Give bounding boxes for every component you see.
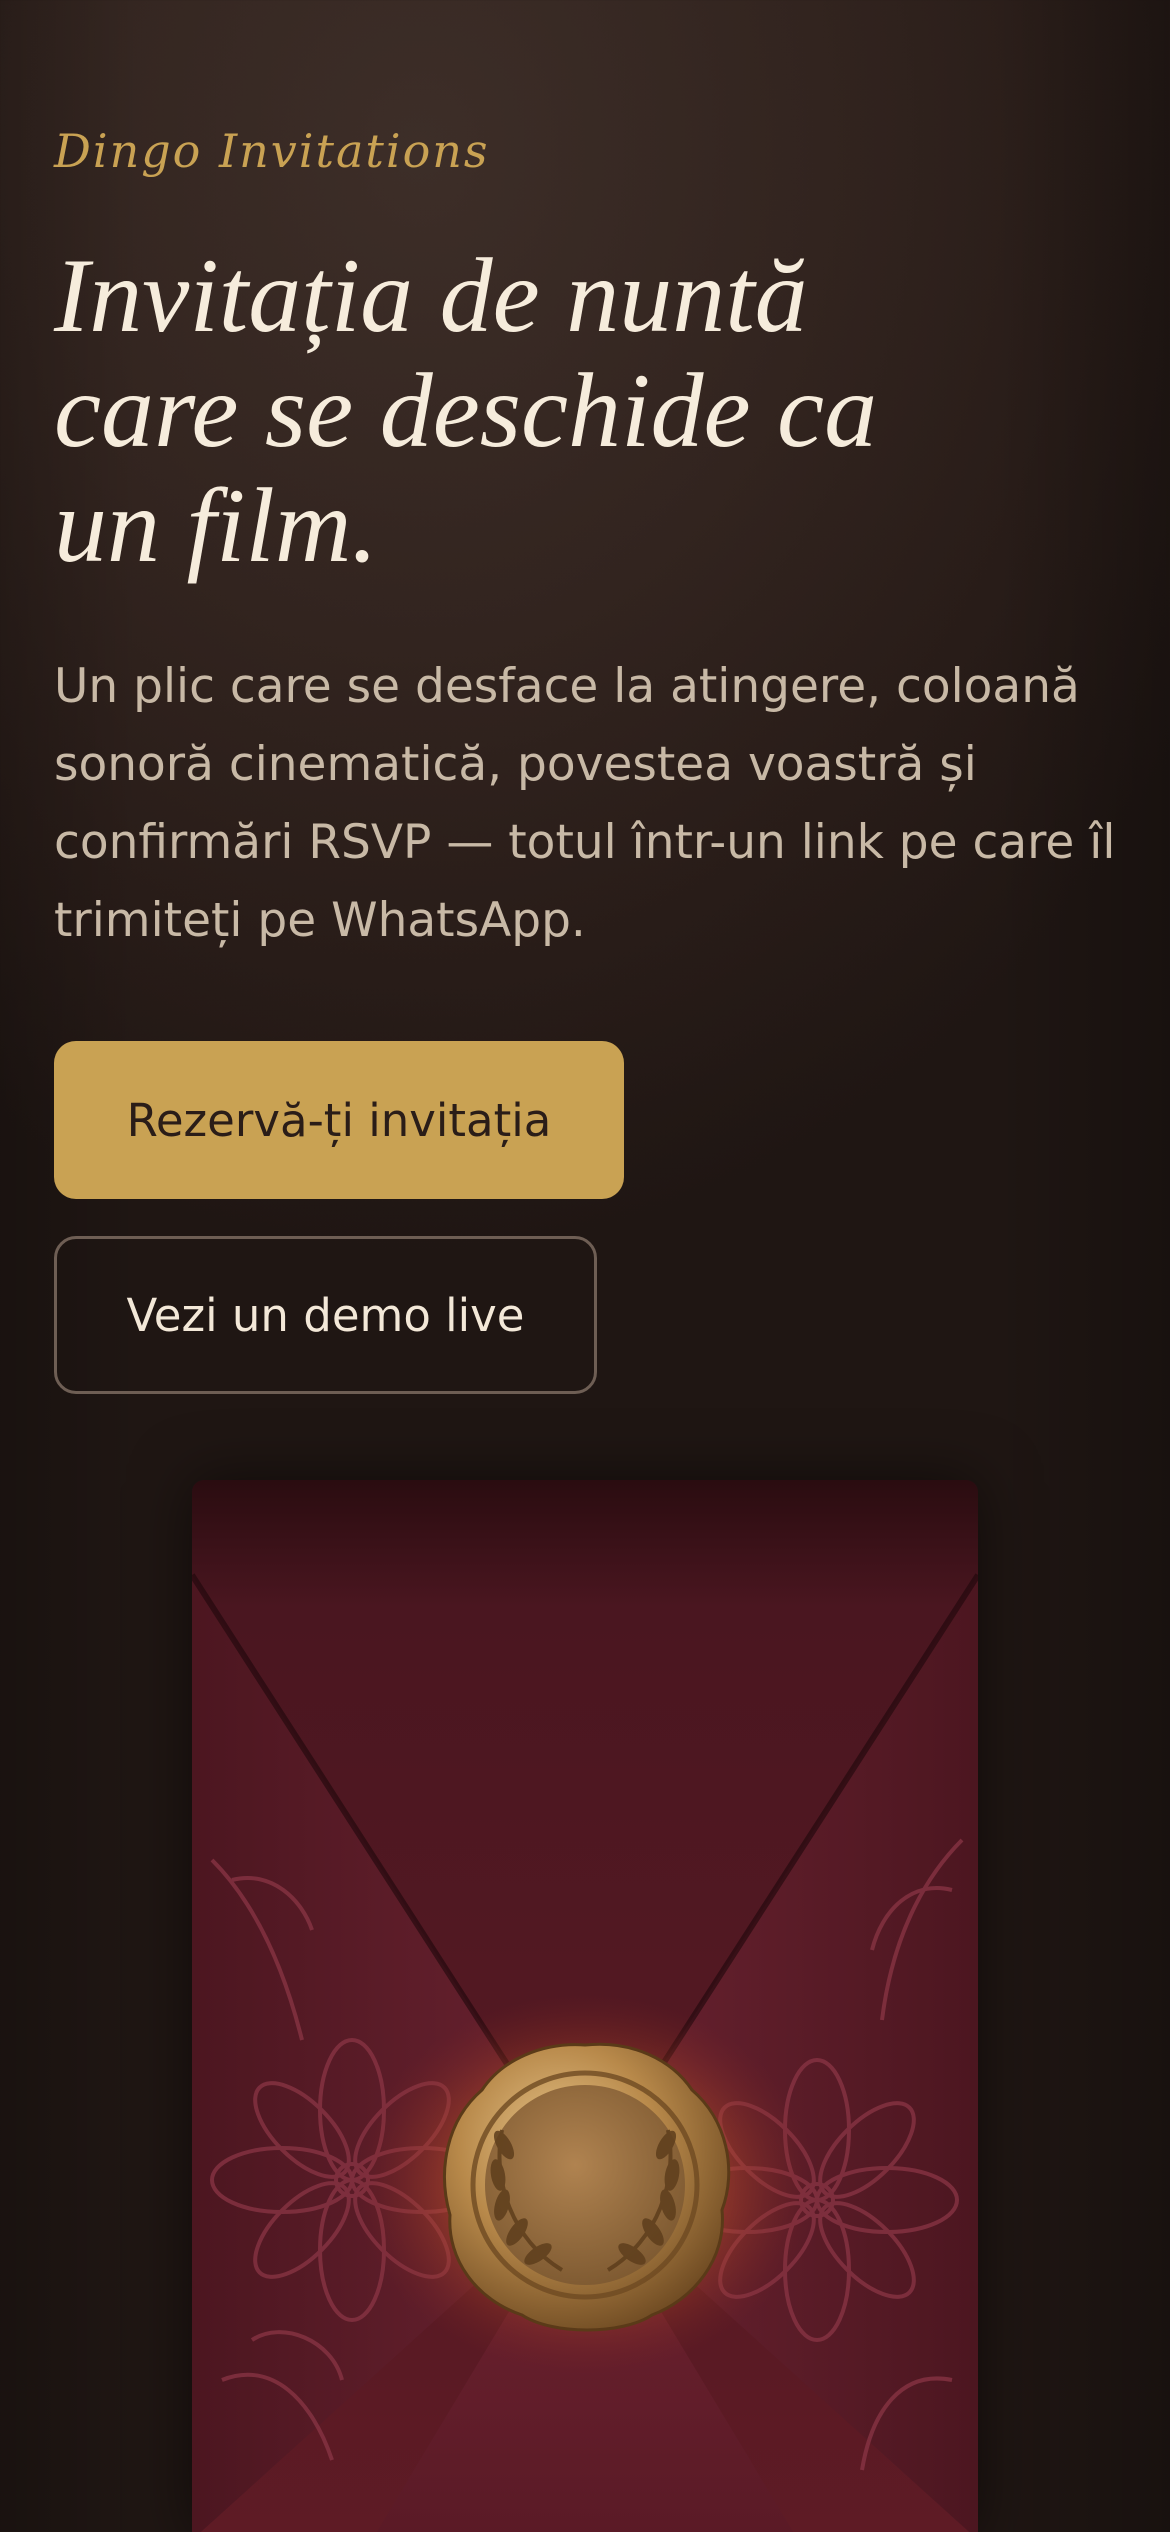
live-demo-button[interactable]: Vezi un demo live xyxy=(54,1236,597,1394)
wax-seal-icon xyxy=(443,2042,731,2332)
envelope-image xyxy=(192,1480,978,2532)
hero-title: Invitația de nuntă care se deschide ca u… xyxy=(54,238,954,583)
brand-name: Dingo Invitations xyxy=(54,124,490,178)
reserve-invitation-button[interactable]: Rezervă-ți invitația xyxy=(54,1041,624,1199)
hero-description-line: trimiteți pe WhatsApp. xyxy=(54,893,586,948)
hero-title-line: un film. xyxy=(54,467,378,584)
hero-description: Un plic care se desface la atingere, col… xyxy=(54,648,1134,960)
hero-title-line: care se deschide ca xyxy=(54,352,878,469)
hero-description-line: Un plic care se desface la atingere, col… xyxy=(54,659,1080,714)
hero-description-line: sonoră cinematică, povestea voastră și xyxy=(54,737,977,792)
hero-title-line: Invitația de nuntă xyxy=(54,237,808,354)
hero-description-line: confirmări RSVP — totul într-un link pe … xyxy=(54,815,1116,870)
